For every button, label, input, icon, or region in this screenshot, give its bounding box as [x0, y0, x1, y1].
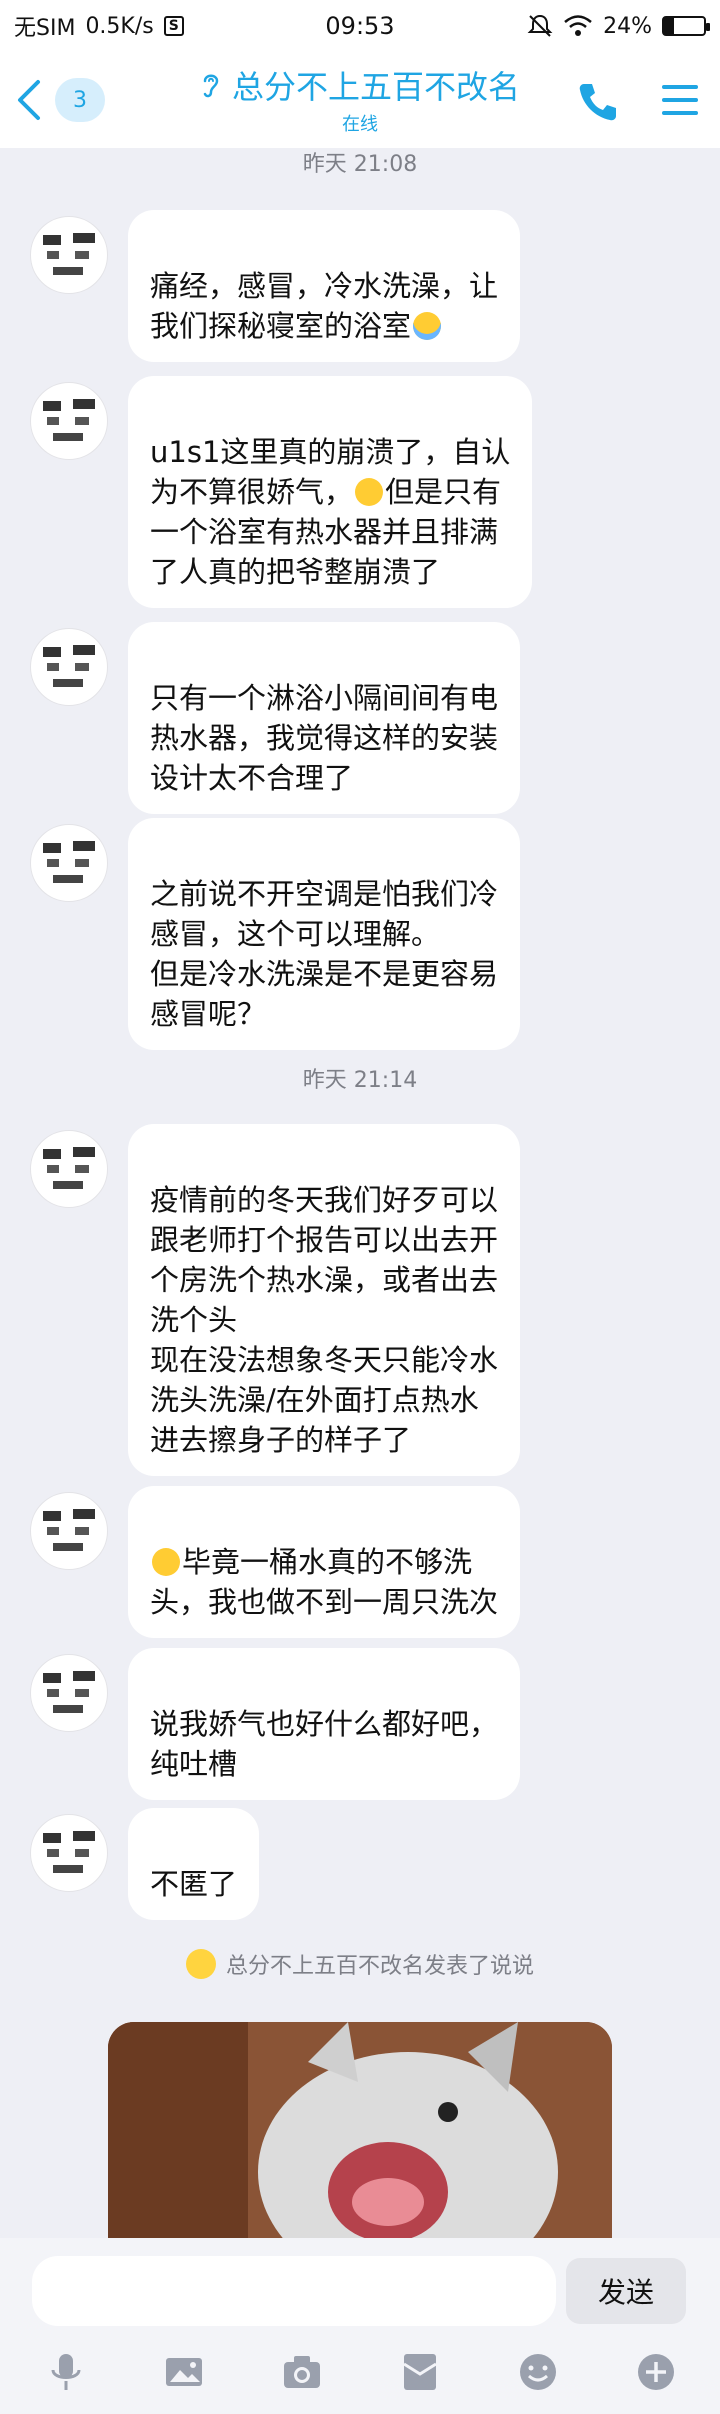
message-bubble[interactable]: 只有一个淋浴小隔间间有电 热水器，我觉得这样的安装 设计太不合理了	[128, 622, 521, 814]
camera-icon[interactable]	[280, 2350, 324, 2394]
avatar-face-icon	[43, 841, 95, 883]
feed-notice[interactable]: 总分不上五百不改名发表了说说	[0, 1948, 720, 1980]
battery-percent: 24%	[603, 13, 652, 39]
battery-icon	[662, 16, 710, 36]
back-arrow-icon[interactable]	[12, 74, 48, 126]
avatar-face-icon	[43, 1831, 95, 1873]
send-button[interactable]: 发送	[566, 2258, 686, 2324]
chat-header: 3 总分不上五百不改名 在线	[0, 52, 720, 148]
feed-icon	[185, 1949, 216, 1979]
dog-photo-icon	[108, 2022, 612, 2238]
avatar-face-icon	[43, 1509, 95, 1551]
plus-icon[interactable]	[634, 2350, 678, 2394]
carrier-label: 无SIM	[14, 16, 76, 41]
chat-title: 总分不上五百不改名	[231, 68, 520, 106]
emoji-icon[interactable]	[516, 2350, 560, 2394]
message-text: 疫情前的冬天我们好歹可以 跟老师打个报告可以出去开 个房洗个热水澡，或者出去 洗…	[150, 1183, 499, 1457]
thinking-emoji-icon	[152, 1548, 180, 1576]
microphone-icon[interactable]	[44, 2350, 88, 2394]
avatar[interactable]	[30, 1654, 108, 1732]
message-text: 不匿了	[150, 1867, 238, 1901]
timestamp: 昨天 21:08	[302, 152, 418, 177]
message-input[interactable]	[32, 2256, 556, 2326]
input-bar: 发送	[0, 2238, 720, 2414]
avatar[interactable]	[30, 628, 108, 706]
avatar[interactable]	[30, 216, 108, 294]
mute-icon	[527, 14, 553, 37]
menu-icon[interactable]	[660, 82, 700, 118]
avatar[interactable]	[30, 1492, 108, 1570]
network-speed: 0.5K/s	[85, 13, 154, 39]
timestamp: 昨天 21:14	[302, 1068, 418, 1093]
dog-photo[interactable]	[108, 2022, 612, 2238]
avatar-face-icon	[43, 1671, 95, 1713]
message-bubble[interactable]: 说我娇气也好什么都好吧， 纯吐槽	[128, 1648, 521, 1800]
message-bubble[interactable]: 痛经，感冒，冷水洗澡，让 我们探秘寝室的浴室	[128, 210, 521, 362]
status-bar: 无SIM 0.5K/s S 09:53 24%	[0, 0, 720, 52]
unread-badge[interactable]: 3	[55, 78, 105, 122]
message-bubble[interactable]: 疫情前的冬天我们好歹可以 跟老师打个报告可以出去开 个房洗个热水澡，或者出去 洗…	[128, 1124, 521, 1476]
picture-icon[interactable]	[162, 2350, 206, 2394]
sad-emoji-icon	[355, 478, 384, 506]
message-text: 之前说不开空调是怕我们冷 感冒，这个可以理解。 但是冷水洗澡是不是更容易 感冒呢…	[150, 877, 499, 1031]
avatar[interactable]	[30, 382, 108, 460]
title-area[interactable]: 总分不上五百不改名 在线	[160, 62, 560, 136]
avatar[interactable]	[30, 1130, 108, 1208]
avatar-face-icon	[43, 1147, 95, 1189]
phone-icon[interactable]	[576, 80, 620, 124]
message-text: 痛经，感冒，冷水洗澡，让 我们探秘寝室的浴室	[150, 269, 499, 343]
message-bubble[interactable]: 不匿了	[128, 1808, 260, 1920]
avatar-face-icon	[43, 233, 95, 275]
online-status: 在线	[342, 114, 378, 135]
notice-text: 总分不上五百不改名发表了说说	[225, 1954, 534, 1979]
fearful-emoji-icon	[413, 312, 442, 340]
message-bubble[interactable]: 之前说不开空调是怕我们冷 感冒，这个可以理解。 但是冷水洗澡是不是更容易 感冒呢…	[128, 818, 521, 1050]
avatar[interactable]	[30, 824, 108, 902]
avatar-face-icon	[43, 399, 95, 441]
message-text: 只有一个淋浴小隔间间有电 热水器，我觉得这样的安装 设计太不合理了	[150, 681, 499, 795]
message-text: 说我娇气也好什么都好吧， 纯吐槽	[150, 1707, 499, 1781]
message-text: 毕竟一桶水真的不够洗 头，我也做不到一周只洗次	[150, 1545, 499, 1619]
avatar[interactable]	[30, 1814, 108, 1892]
avatar-face-icon	[43, 645, 95, 687]
ear-icon	[203, 74, 219, 98]
message-bubble[interactable]: 毕竟一桶水真的不够洗 头，我也做不到一周只洗次	[128, 1486, 521, 1638]
wifi-icon	[564, 15, 592, 36]
s-icon: S	[163, 16, 184, 36]
message-bubble[interactable]: u1s1这里真的崩溃了，自认 为不算很娇气， 但是只有 一个浴室有热水器并且排满 …	[128, 376, 533, 608]
red-packet-icon[interactable]	[398, 2350, 442, 2394]
